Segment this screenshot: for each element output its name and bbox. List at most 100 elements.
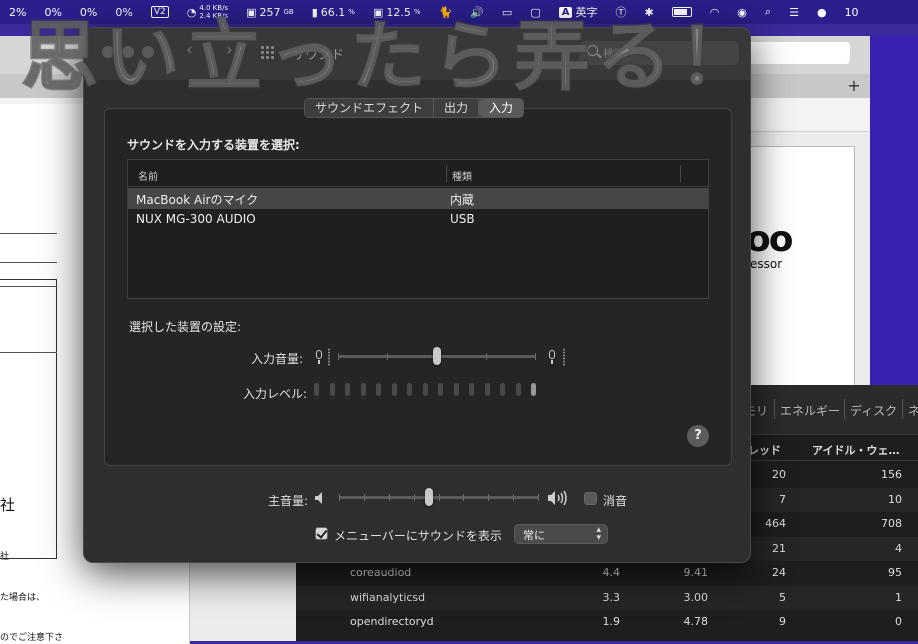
cpu-core-4[interactable]: 0% bbox=[106, 6, 141, 19]
tab-disk[interactable]: ディスク bbox=[850, 402, 897, 419]
input-volume-label: 入力音量: bbox=[250, 352, 303, 366]
doc-note-1: た場合は、 bbox=[0, 593, 46, 603]
column-name[interactable]: 名前 bbox=[138, 168, 158, 183]
wifi-status-icon[interactable]: ◠ bbox=[701, 6, 729, 19]
disk-monitor[interactable]: ▣ 257 GB bbox=[237, 6, 303, 19]
level-segment bbox=[314, 383, 319, 396]
device-table-header: 名前 種類 bbox=[128, 160, 708, 187]
speaker-high-icon bbox=[548, 490, 567, 506]
network-speeds: 4.0 KB/s 2.4 KB/s bbox=[199, 4, 228, 20]
cpu-core-2[interactable]: 0% bbox=[35, 6, 70, 19]
process-c4: 708 bbox=[881, 517, 902, 530]
show-all-grid-icon[interactable] bbox=[260, 45, 274, 59]
wifi-icon: ◔ bbox=[186, 5, 197, 19]
speaker-low-icon bbox=[315, 492, 322, 504]
level-segment bbox=[453, 383, 459, 396]
clock[interactable]: 10 bbox=[836, 6, 868, 19]
v2-menu[interactable]: V2 bbox=[142, 6, 178, 18]
level-segment bbox=[407, 383, 412, 396]
device-row-macbook-mic[interactable]: MacBook Airのマイク 内蔵 bbox=[128, 188, 708, 209]
output-volume-slider[interactable] bbox=[339, 488, 539, 508]
search-field[interactable]: 検索 bbox=[579, 41, 739, 65]
display-icon[interactable]: ▭ bbox=[493, 6, 521, 19]
timer-icon[interactable]: Ⓣ bbox=[606, 4, 635, 20]
level-segment bbox=[345, 383, 350, 396]
user-icon[interactable]: ◉ bbox=[728, 6, 756, 19]
close-button[interactable] bbox=[102, 46, 114, 58]
mic-high-icon bbox=[548, 350, 556, 364]
show-in-menubar-checkbox[interactable] bbox=[315, 527, 328, 540]
process-row[interactable]: coreaudiod 4.4 9.41 24 95 bbox=[296, 561, 918, 585]
level-segment bbox=[484, 383, 490, 396]
battery-icon[interactable] bbox=[663, 7, 701, 17]
level-segment bbox=[515, 383, 521, 396]
mute-checkbox[interactable] bbox=[584, 492, 597, 505]
minimize-button[interactable] bbox=[122, 46, 134, 58]
process-c2: 4.78 bbox=[683, 615, 709, 628]
popup-value: 常に bbox=[523, 529, 545, 542]
level-segment bbox=[438, 383, 443, 396]
slider-tick bbox=[513, 494, 514, 501]
document-table-box bbox=[0, 279, 57, 559]
level-segment bbox=[391, 383, 397, 396]
show-in-menubar-popup[interactable]: 常に ▴ ▾ bbox=[514, 524, 608, 544]
control-center-icon[interactable]: ☰ bbox=[780, 6, 808, 19]
process-c2: 9.41 bbox=[683, 566, 709, 579]
siri-icon[interactable]: ● bbox=[808, 6, 836, 19]
volume-icon[interactable]: 🔊 bbox=[461, 6, 493, 19]
cpu-core-3[interactable]: 0% bbox=[71, 6, 106, 19]
window-titlebar: ‹ › サウンド 検索 bbox=[84, 28, 750, 80]
cpu-core-1[interactable]: 2% bbox=[0, 6, 35, 19]
tab-output[interactable]: 出力 bbox=[434, 99, 480, 117]
brand-logo-text: oo bbox=[746, 219, 793, 260]
slider-knob[interactable] bbox=[425, 488, 433, 506]
slider-knob[interactable] bbox=[433, 347, 441, 365]
process-row[interactable]: wifianalyticsd 3.3 3.00 5 1 bbox=[296, 585, 918, 610]
input-source-label: 英字 bbox=[575, 6, 598, 19]
slider-tick bbox=[339, 494, 340, 501]
device-row-nux[interactable]: NUX MG-300 AUDIO USB bbox=[128, 209, 708, 230]
slider-tick bbox=[463, 494, 464, 501]
process-c3: 24 bbox=[772, 566, 786, 579]
input-source-menu[interactable]: A 英字 bbox=[550, 4, 607, 20]
cpu-value: 12.5 bbox=[386, 5, 411, 19]
zoom-button[interactable] bbox=[142, 46, 154, 58]
level-segment bbox=[422, 383, 428, 396]
forward-arrow-icon[interactable]: › bbox=[226, 40, 233, 60]
disk-icon: ▣ bbox=[246, 5, 257, 19]
spotlight-search-icon[interactable]: ⌕ bbox=[756, 5, 780, 19]
tab-network[interactable]: ネ bbox=[908, 402, 918, 419]
help-button[interactable]: ? bbox=[687, 425, 709, 447]
level-dots bbox=[328, 348, 330, 366]
memory-monitor[interactable]: ▮ 66.1% bbox=[303, 6, 364, 19]
bluetooth-icon[interactable]: ✱ bbox=[635, 6, 662, 19]
window-title: サウンド bbox=[292, 48, 345, 63]
sound-tabs: サウンドエフェクト 出力 入力 bbox=[304, 98, 525, 118]
slider-tick bbox=[538, 494, 539, 501]
process-name: opendirectoryd bbox=[350, 615, 434, 628]
device-name: NUX MG-300 AUDIO bbox=[136, 212, 256, 226]
tab-energy[interactable]: エネルギー bbox=[780, 402, 840, 419]
network-monitor[interactable]: ◔ 4.0 KB/s 2.4 KB/s bbox=[178, 4, 237, 20]
menu-bar: 2% 0% 0% 0% V2 ◔ 4.0 KB/s 2.4 KB/s ▣ 257… bbox=[0, 0, 918, 24]
process-row[interactable]: opendirectoryd 1.9 4.78 9 0 bbox=[296, 610, 918, 634]
level-segment bbox=[469, 383, 474, 396]
header-idle-wakeups[interactable]: アイドル・ウェ… bbox=[812, 442, 899, 458]
disk-unit: GB bbox=[283, 8, 294, 16]
back-arrow-icon[interactable]: ‹ bbox=[186, 40, 193, 60]
cpu-monitor[interactable]: ▣ 12.5% bbox=[364, 6, 430, 19]
device-name: MacBook Airのマイク bbox=[136, 193, 259, 207]
input-panel: サウンドを入力する装置を選択: 名前 種類 MacBook Airのマイク 内蔵… bbox=[104, 108, 732, 466]
input-volume-slider[interactable] bbox=[338, 347, 536, 367]
tab-input[interactable]: 入力 bbox=[479, 99, 524, 117]
runcat-icon[interactable]: 🐈 bbox=[430, 6, 462, 19]
doc-rule bbox=[0, 286, 57, 287]
tab-sound-effects[interactable]: サウンドエフェクト bbox=[305, 99, 435, 117]
disk-value: 257 bbox=[259, 5, 281, 19]
header-threads[interactable]: レッド bbox=[748, 442, 781, 458]
process-c2: 3.00 bbox=[683, 590, 709, 604]
column-type[interactable]: 種類 bbox=[452, 168, 472, 183]
new-tab-button[interactable]: + bbox=[844, 76, 864, 96]
level-segment bbox=[376, 383, 381, 396]
window-icon[interactable]: ▢ bbox=[521, 6, 549, 19]
